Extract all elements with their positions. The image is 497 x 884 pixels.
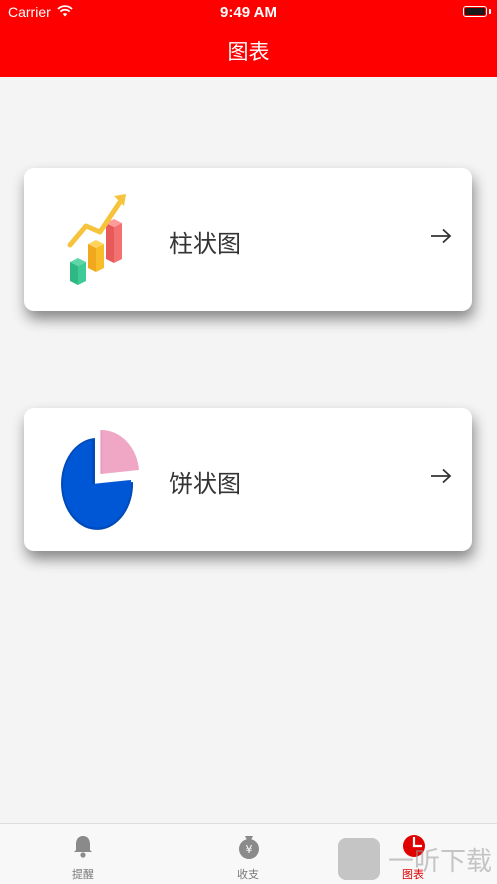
pie-chart-illustration-icon xyxy=(59,426,143,540)
bar-chart-card[interactable]: 柱状图 xyxy=(24,168,472,311)
tab-reminder-label: 提醒 xyxy=(72,868,94,881)
bell-icon xyxy=(72,834,94,862)
bar-chart-illustration-icon xyxy=(64,190,134,294)
header-bar: Carrier 9:49 AM 图表 xyxy=(0,0,497,77)
pie-chart-card[interactable]: 饼状图 xyxy=(24,408,472,551)
arrow-right-icon xyxy=(430,228,452,248)
watermark: 一听下载 xyxy=(338,838,492,880)
pie-chart-label: 饼状图 xyxy=(169,470,241,498)
battery-icon xyxy=(463,6,487,17)
status-time: 9:49 AM xyxy=(220,4,277,21)
tab-income-expense[interactable]: ¥ 收支 xyxy=(188,824,308,884)
watermark-text: 一听下载 xyxy=(388,846,493,877)
page-title: 图表 xyxy=(227,40,270,64)
tab-income-expense-label: 收支 xyxy=(237,868,259,881)
watermark-logo-icon xyxy=(338,838,380,880)
bar-chart-label: 柱状图 xyxy=(169,230,241,258)
arrow-right-icon xyxy=(430,468,452,488)
money-bag-icon: ¥ xyxy=(237,834,261,864)
tab-reminder[interactable]: 提醒 xyxy=(23,824,143,884)
svg-text:¥: ¥ xyxy=(246,843,253,856)
